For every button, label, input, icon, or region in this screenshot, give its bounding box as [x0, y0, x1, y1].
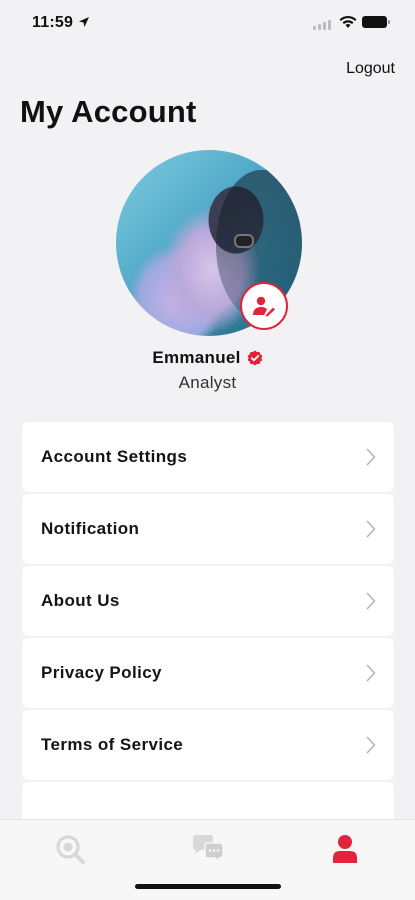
page-title: My Account: [20, 94, 197, 129]
user-name: Emmanuel: [152, 348, 241, 367]
profile-icon: [333, 835, 357, 863]
chevron-right-icon: [366, 736, 376, 754]
edit-profile-button[interactable]: [240, 282, 288, 330]
logout-button[interactable]: Logout: [346, 60, 395, 78]
home-indicator: [135, 884, 281, 889]
user-role: Analyst: [178, 373, 237, 392]
avatar-photo-detail: [234, 234, 254, 248]
cellular-signal-icon: [313, 20, 331, 30]
location-arrow-icon: [79, 17, 89, 27]
user-edit-icon: [253, 296, 275, 317]
avatar-container: [116, 150, 302, 336]
menu-item-notification[interactable]: Notification: [22, 494, 394, 564]
menu-item-label: Account Settings: [41, 447, 188, 466]
search-icon: [56, 835, 85, 864]
menu-item-terms-of-service[interactable]: Terms of Service: [22, 710, 394, 780]
chevron-right-icon: [366, 664, 376, 682]
wifi-icon: [339, 15, 357, 28]
menu-item-label: About Us: [41, 591, 120, 610]
battery-tip: [388, 20, 390, 24]
menu-item-about-us[interactable]: About Us: [22, 566, 394, 636]
verified-badge-icon: [247, 350, 262, 366]
tab-search[interactable]: [52, 832, 88, 866]
account-menu: Account Settings Notification About Us P…: [22, 422, 394, 844]
menu-item-label: Terms of Service: [41, 735, 184, 754]
menu-item-privacy-policy[interactable]: Privacy Policy: [22, 638, 394, 708]
battery-icon: [362, 16, 387, 28]
status-time: 11:59: [32, 14, 74, 31]
tab-profile[interactable]: [327, 832, 363, 866]
tab-chat[interactable]: [190, 832, 226, 866]
status-bar: 11:59: [0, 0, 415, 48]
menu-item-label: Notification: [41, 519, 140, 538]
chevron-right-icon: [366, 448, 376, 466]
chat-icon: [193, 835, 224, 864]
chevron-right-icon: [366, 520, 376, 538]
chevron-right-icon: [366, 592, 376, 610]
menu-item-label: Privacy Policy: [41, 663, 162, 682]
user-name-row: Emmanuel: [0, 348, 415, 368]
menu-item-account-settings[interactable]: Account Settings: [22, 422, 394, 492]
